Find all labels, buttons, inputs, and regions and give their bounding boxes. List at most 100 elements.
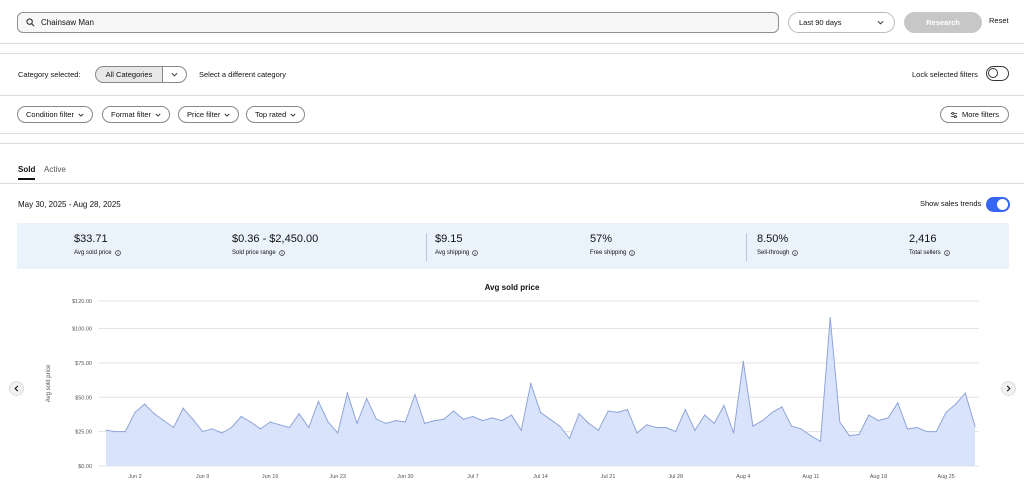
data-point [491,417,493,419]
tab-sold[interactable]: Sold [18,165,36,180]
x-tick-label: Jun 23 [329,474,346,480]
stat-value: 2,416 [909,233,937,245]
filter-label: Price filter [187,110,221,119]
chevron-down-icon [224,113,230,117]
data-point [520,429,522,431]
data-point [472,415,474,418]
data-point [317,400,320,402]
y-tick-label: $0.00 [78,464,92,470]
info-icon[interactable] [114,250,121,256]
x-tick-label: Jul 14 [533,474,548,480]
data-point [781,406,783,408]
y-axis-label: Avg sold price [46,364,52,402]
search-bar-row: Chainsaw Man Last 90 days Research Reset [0,0,1024,44]
avg-sold-price-chart: $0.00 $25.00 $50.00 $75.00 $100.00 $120.00 Jun… [46,299,979,480]
lock-filters-toggle[interactable] [986,66,1009,81]
data-point [481,420,484,422]
stat-free-shipping: 57% Free shipping [590,233,636,256]
lock-filters-label: Lock selected filters [912,70,978,79]
stat-sold-price-range: $0.36 - $2,450.00 Sold price range [232,233,318,256]
data-point [964,392,966,394]
stat-label: Avg sold price [74,250,112,256]
chevron-down-icon [155,113,161,117]
info-icon[interactable] [943,250,950,256]
y-tick-label: $120.00 [72,299,92,305]
data-point [704,414,706,416]
x-tick-label: Jun 9 [196,474,209,480]
data-point [790,425,793,427]
price-filter-button[interactable]: Price filter [178,106,240,123]
more-filters-button[interactable]: More filters [940,106,1009,123]
data-point [530,382,532,385]
top-rated-filter-button[interactable]: Top rated [246,106,306,123]
data-point [897,402,899,404]
data-point [269,421,271,423]
y-tick-label: $100.00 [72,327,92,333]
data-point [539,411,542,413]
data-point [626,409,629,411]
data-point [414,393,416,396]
data-point [211,428,213,430]
tab-active[interactable]: Active [44,165,66,174]
stats-summary: $33.71 Avg sold price $0.36 - $2,450.00 … [17,223,1009,269]
data-point [675,431,677,433]
stat-label: Total sellers [909,250,941,256]
period-select[interactable]: Last 90 days [788,12,895,33]
info-icon[interactable] [278,250,285,256]
x-tick-label: Aug 11 [802,474,819,480]
data-point [588,422,590,424]
data-point [124,431,126,433]
category-row: Category selected: All Categories Select… [0,53,1024,96]
filter-label: Condition filter [26,110,74,119]
data-point [694,429,696,431]
x-tick-label: Jun 16 [262,474,279,480]
stat-label: Avg shipping [435,250,470,256]
stats-divider [746,233,747,261]
data-point [887,417,889,419]
info-icon[interactable] [792,250,799,256]
stat-label: Sold price range [232,250,276,256]
data-point [337,432,339,434]
stat-avg-sold-price: $33.71 Avg sold price [74,233,121,256]
data-point [713,422,715,424]
info-icon[interactable] [472,250,479,256]
category-select[interactable]: All Categories [95,66,187,83]
reset-button[interactable]: Reset [989,16,1009,25]
x-tick-label: Aug 25 [937,474,954,480]
condition-filter-button[interactable]: Condition filter [17,106,93,123]
search-query: Chainsaw Man [41,18,94,27]
chevron-down-icon [290,113,296,117]
format-filter-button[interactable]: Format filter [102,106,171,123]
show-sales-trends-toggle[interactable] [986,197,1010,212]
data-point [366,398,368,400]
date-range: May 30, 2025 - Aug 28, 2025 [18,200,121,209]
data-point [819,440,822,442]
data-point [752,425,754,427]
info-icon[interactable] [629,250,636,256]
x-tick-label: Jun 30 [397,474,414,480]
data-point [259,428,262,430]
select-different-category-link[interactable]: Select a different category [199,70,286,79]
data-point [761,420,764,422]
more-filters-label: More filters [961,110,1000,119]
data-point [240,415,242,418]
x-tick-label: Aug 18 [870,474,887,480]
data-point [935,431,937,433]
data-point [868,414,870,416]
search-input[interactable]: Chainsaw Man [17,12,779,33]
data-point [163,420,165,422]
data-point [346,392,348,394]
category-value[interactable]: All Categories [95,66,163,83]
category-dropdown-toggle[interactable] [163,66,187,83]
data-point [201,431,204,433]
stat-value: 57% [590,233,613,245]
data-point [839,421,841,423]
filter-label: Format filter [111,110,152,119]
data-point [916,426,918,429]
data-point [568,437,571,440]
stat-label: Free shipping [590,250,627,256]
research-button[interactable]: Research [904,12,982,33]
data-point [858,433,860,435]
data-point [288,426,291,429]
y-tick-label: $25.00 [75,430,92,436]
